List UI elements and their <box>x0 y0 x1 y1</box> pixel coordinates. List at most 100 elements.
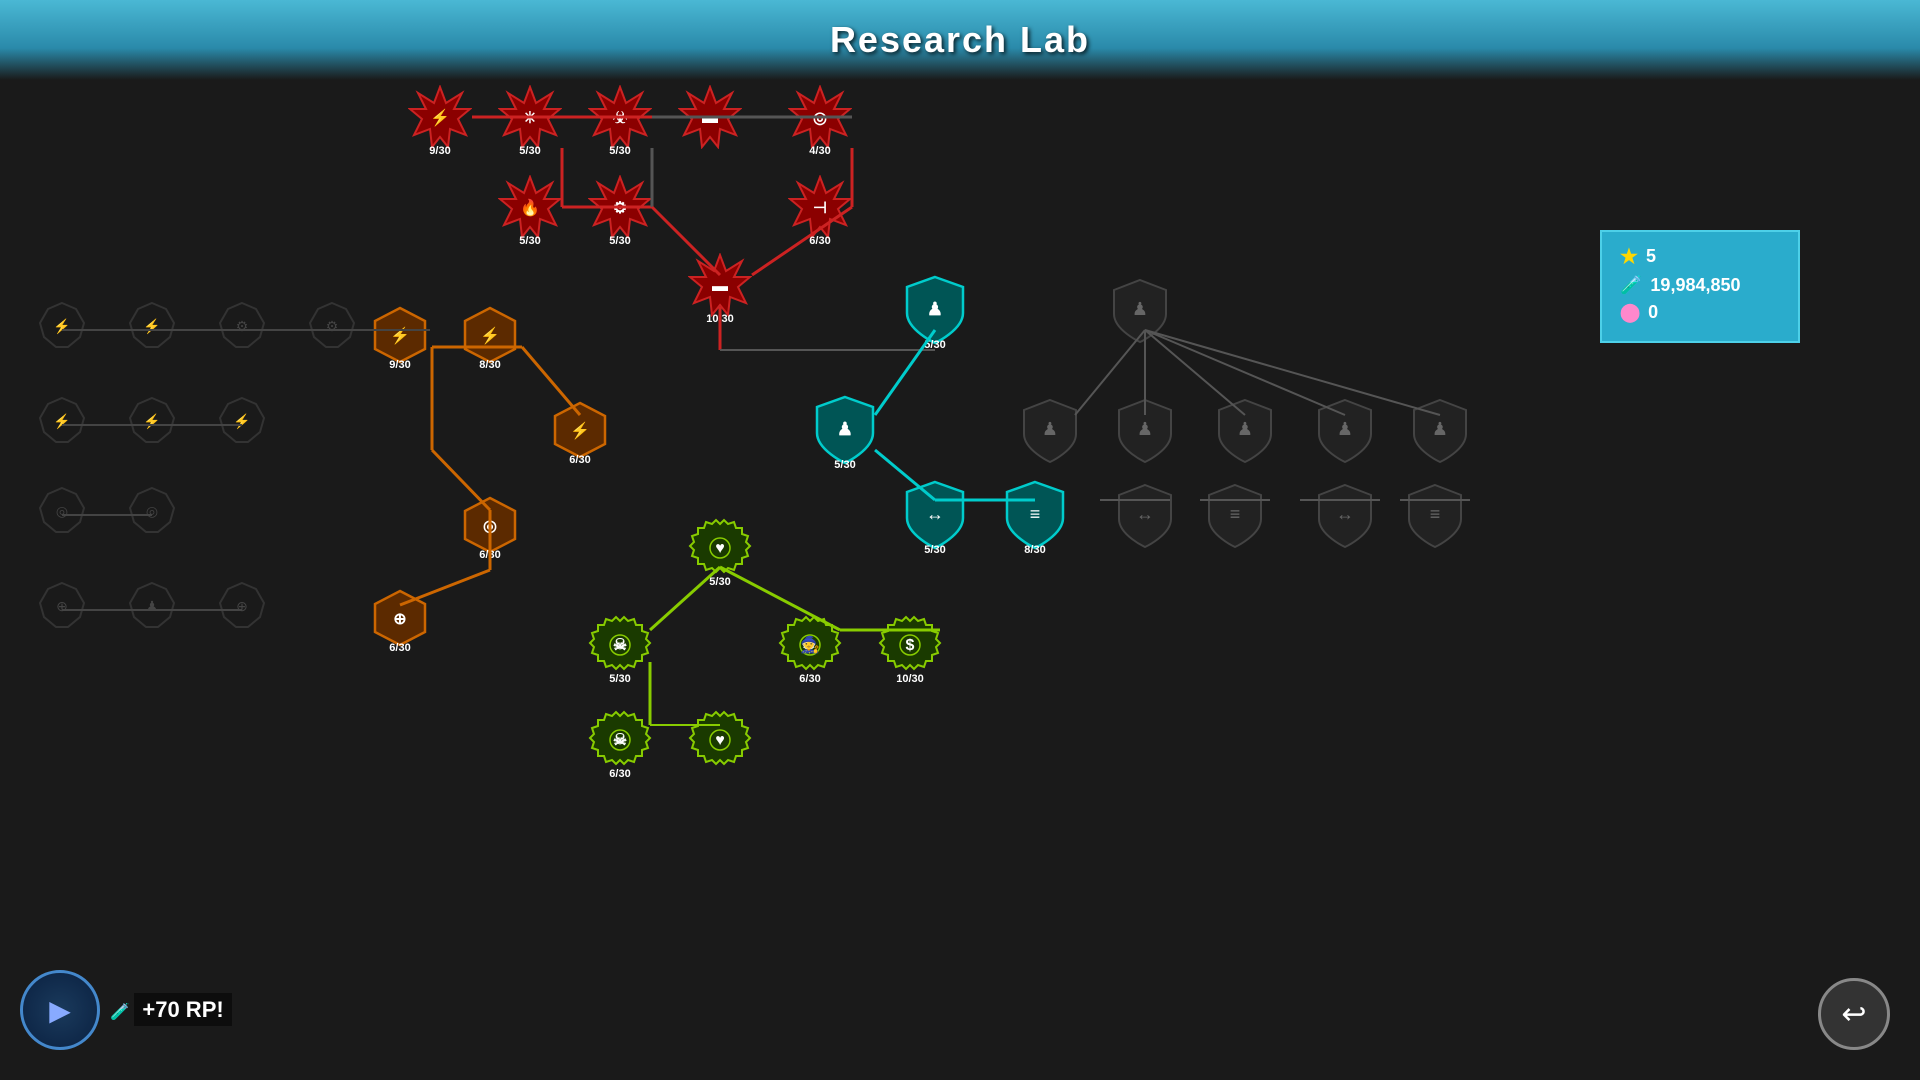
research-node-dark-small[interactable]: ⊕ <box>218 581 266 629</box>
svg-text:♥: ♥ <box>715 540 725 557</box>
research-node-teal-shield[interactable]: ♟ 5/30 <box>903 275 967 351</box>
research-node-dark-shield[interactable]: ≡ <box>1405 483 1465 544</box>
currency-value: 19,984,850 <box>1650 275 1740 296</box>
research-node-starburst[interactable]: ▬ <box>678 85 742 145</box>
research-node-starburst[interactable]: ☣ 5/30 <box>588 85 652 157</box>
research-node-green-gear[interactable]: ☠ 6/30 <box>588 708 652 780</box>
flask-icon: 🧪 <box>1620 275 1642 296</box>
research-node-dark-shield[interactable]: ↔ <box>1115 483 1175 544</box>
bottom-left-panel: ▶ 🧪 +70 RP! <box>20 970 232 1050</box>
research-node-dark-small[interactable]: ◎ <box>38 486 86 534</box>
svg-text:⚡: ⚡ <box>143 413 160 430</box>
svg-text:⚡: ⚡ <box>143 318 160 335</box>
gem-value: 0 <box>1648 302 1658 323</box>
svg-text:≡: ≡ <box>1030 504 1041 524</box>
currency-stat: 🧪 19,984,850 <box>1620 275 1780 296</box>
research-node-dark-small[interactable]: ⚙ <box>308 301 356 349</box>
research-node-dark-small[interactable]: ♟ <box>128 581 176 629</box>
research-node-hex[interactable]: ⚡ 8/30 <box>460 305 520 371</box>
svg-text:◎: ◎ <box>483 518 497 535</box>
svg-text:⚡: ⚡ <box>233 413 250 430</box>
svg-text:☣: ☣ <box>613 110 627 127</box>
svg-text:♟: ♟ <box>1132 299 1148 319</box>
research-node-dark-shield[interactable]: ♟ <box>1115 398 1175 459</box>
svg-text:⚡: ⚡ <box>480 326 500 345</box>
research-node-dark-small[interactable]: ⊕ <box>38 581 86 629</box>
research-node-starburst[interactable]: ⚡ 9/30 <box>408 85 472 157</box>
research-node-hex[interactable]: ⊕ 6/30 <box>370 588 430 654</box>
research-node-green-gear[interactable]: $ 10/30 <box>878 613 942 685</box>
research-node-dark-small[interactable]: ⚡ <box>128 301 176 349</box>
research-node-hex[interactable]: ⚡ 9/30 <box>370 305 430 371</box>
research-node-dark-small[interactable]: ⚡ <box>38 396 86 444</box>
svg-text:♥: ♥ <box>715 732 725 749</box>
svg-text:♟: ♟ <box>1137 419 1153 439</box>
research-node-dark-small[interactable]: ⚡ <box>218 396 266 444</box>
research-node-dark-shield[interactable]: ♟ <box>1110 278 1170 339</box>
svg-text:♟: ♟ <box>1432 419 1448 439</box>
svg-text:≡: ≡ <box>1430 504 1441 524</box>
svg-text:≡: ≡ <box>1230 504 1241 524</box>
research-node-dark-shield[interactable]: ♟ <box>1315 398 1375 459</box>
svg-text:⚡: ⚡ <box>430 108 450 127</box>
research-node-dark-shield[interactable]: ♟ <box>1215 398 1275 459</box>
research-node-dark-small[interactable]: ⚡ <box>38 301 86 349</box>
svg-text:♟: ♟ <box>927 299 943 319</box>
back-button[interactable]: ↩ <box>1818 978 1890 1050</box>
research-node-dark-shield[interactable]: ♟ <box>1020 398 1080 459</box>
star-value: 5 <box>1646 246 1656 267</box>
svg-text:⚙: ⚙ <box>326 318 339 334</box>
research-node-starburst[interactable]: ⚙ 5/30 <box>588 175 652 247</box>
research-node-dark-shield[interactable]: ↔ <box>1315 483 1375 544</box>
research-node-dark-small[interactable]: ◎ <box>128 486 176 534</box>
research-node-green-gear[interactable]: 🧙 6/30 <box>778 613 842 685</box>
research-node-dark-small[interactable]: ⚙ <box>218 301 266 349</box>
research-node-green-gear[interactable]: ☠ 5/30 <box>588 613 652 685</box>
rp-bonus-display: 🧪 +70 RP! <box>110 997 232 1023</box>
svg-text:🔥: 🔥 <box>520 198 540 217</box>
stats-panel: ★ 5 🧪 19,984,850 ⬤ 0 <box>1600 230 1800 343</box>
research-node-teal-shield[interactable]: ♟ 5/30 <box>813 395 877 471</box>
research-node-starburst[interactable]: ✳ 5/30 <box>498 85 562 157</box>
svg-text:⊣: ⊣ <box>813 200 827 217</box>
svg-text:▬: ▬ <box>702 110 718 127</box>
research-node-starburst[interactable]: 🔥 5/30 <box>498 175 562 247</box>
svg-text:♟: ♟ <box>1337 419 1353 439</box>
node-canvas: ⚡ 9/30 ✳ 5/30 ☣ 5/30 ▬ ◎ <box>0 0 1920 1080</box>
svg-text:☠: ☠ <box>613 637 627 654</box>
svg-text:♟: ♟ <box>1042 419 1058 439</box>
research-node-dark-small[interactable]: ⚡ <box>128 396 176 444</box>
research-node-starburst[interactable]: ◎ 4/30 <box>788 85 852 157</box>
research-node-hex[interactable]: ⚡ 6/30 <box>550 400 610 466</box>
gem-stat: ⬤ 0 <box>1620 302 1780 323</box>
svg-text:↔: ↔ <box>1336 504 1354 524</box>
header: Research Lab <box>0 0 1920 80</box>
svg-text:◎: ◎ <box>146 503 158 519</box>
research-node-starburst[interactable]: ▬ 10/30 <box>688 253 752 325</box>
star-icon: ★ <box>1620 244 1638 269</box>
svg-text:⚙: ⚙ <box>236 318 249 334</box>
svg-text:☠: ☠ <box>613 732 627 749</box>
research-node-dark-shield[interactable]: ♟ <box>1410 398 1470 459</box>
research-node-green-gear[interactable]: ♥ <box>688 708 752 768</box>
back-icon: ↩ <box>1841 997 1866 1032</box>
svg-text:⊕: ⊕ <box>56 598 68 614</box>
star-stat: ★ 5 <box>1620 244 1780 269</box>
film-button[interactable]: ▶ <box>20 970 100 1050</box>
research-node-dark-shield[interactable]: ≡ <box>1205 483 1265 544</box>
svg-text:♟: ♟ <box>837 419 853 439</box>
gem-icon: ⬤ <box>1620 302 1640 323</box>
svg-text:⚡: ⚡ <box>53 413 70 430</box>
research-node-teal-shield[interactable]: ↔ 5/30 <box>903 480 967 556</box>
rp-plus-icon: 🧪 <box>110 1004 130 1021</box>
svg-text:⚡: ⚡ <box>390 326 410 345</box>
svg-text:$: $ <box>906 637 915 654</box>
research-node-teal-shield[interactable]: ≡ 8/30 <box>1003 480 1067 556</box>
film-icon: ▶ <box>49 994 71 1027</box>
svg-text:⊕: ⊕ <box>236 598 248 614</box>
svg-text:⚙: ⚙ <box>613 200 627 217</box>
research-node-starburst[interactable]: ⊣ 6/30 <box>788 175 852 247</box>
svg-text:↔: ↔ <box>926 504 944 524</box>
research-node-green-gear[interactable]: ♥ 5/30 <box>688 516 752 588</box>
research-node-hex[interactable]: ◎ 6/30 <box>460 495 520 561</box>
